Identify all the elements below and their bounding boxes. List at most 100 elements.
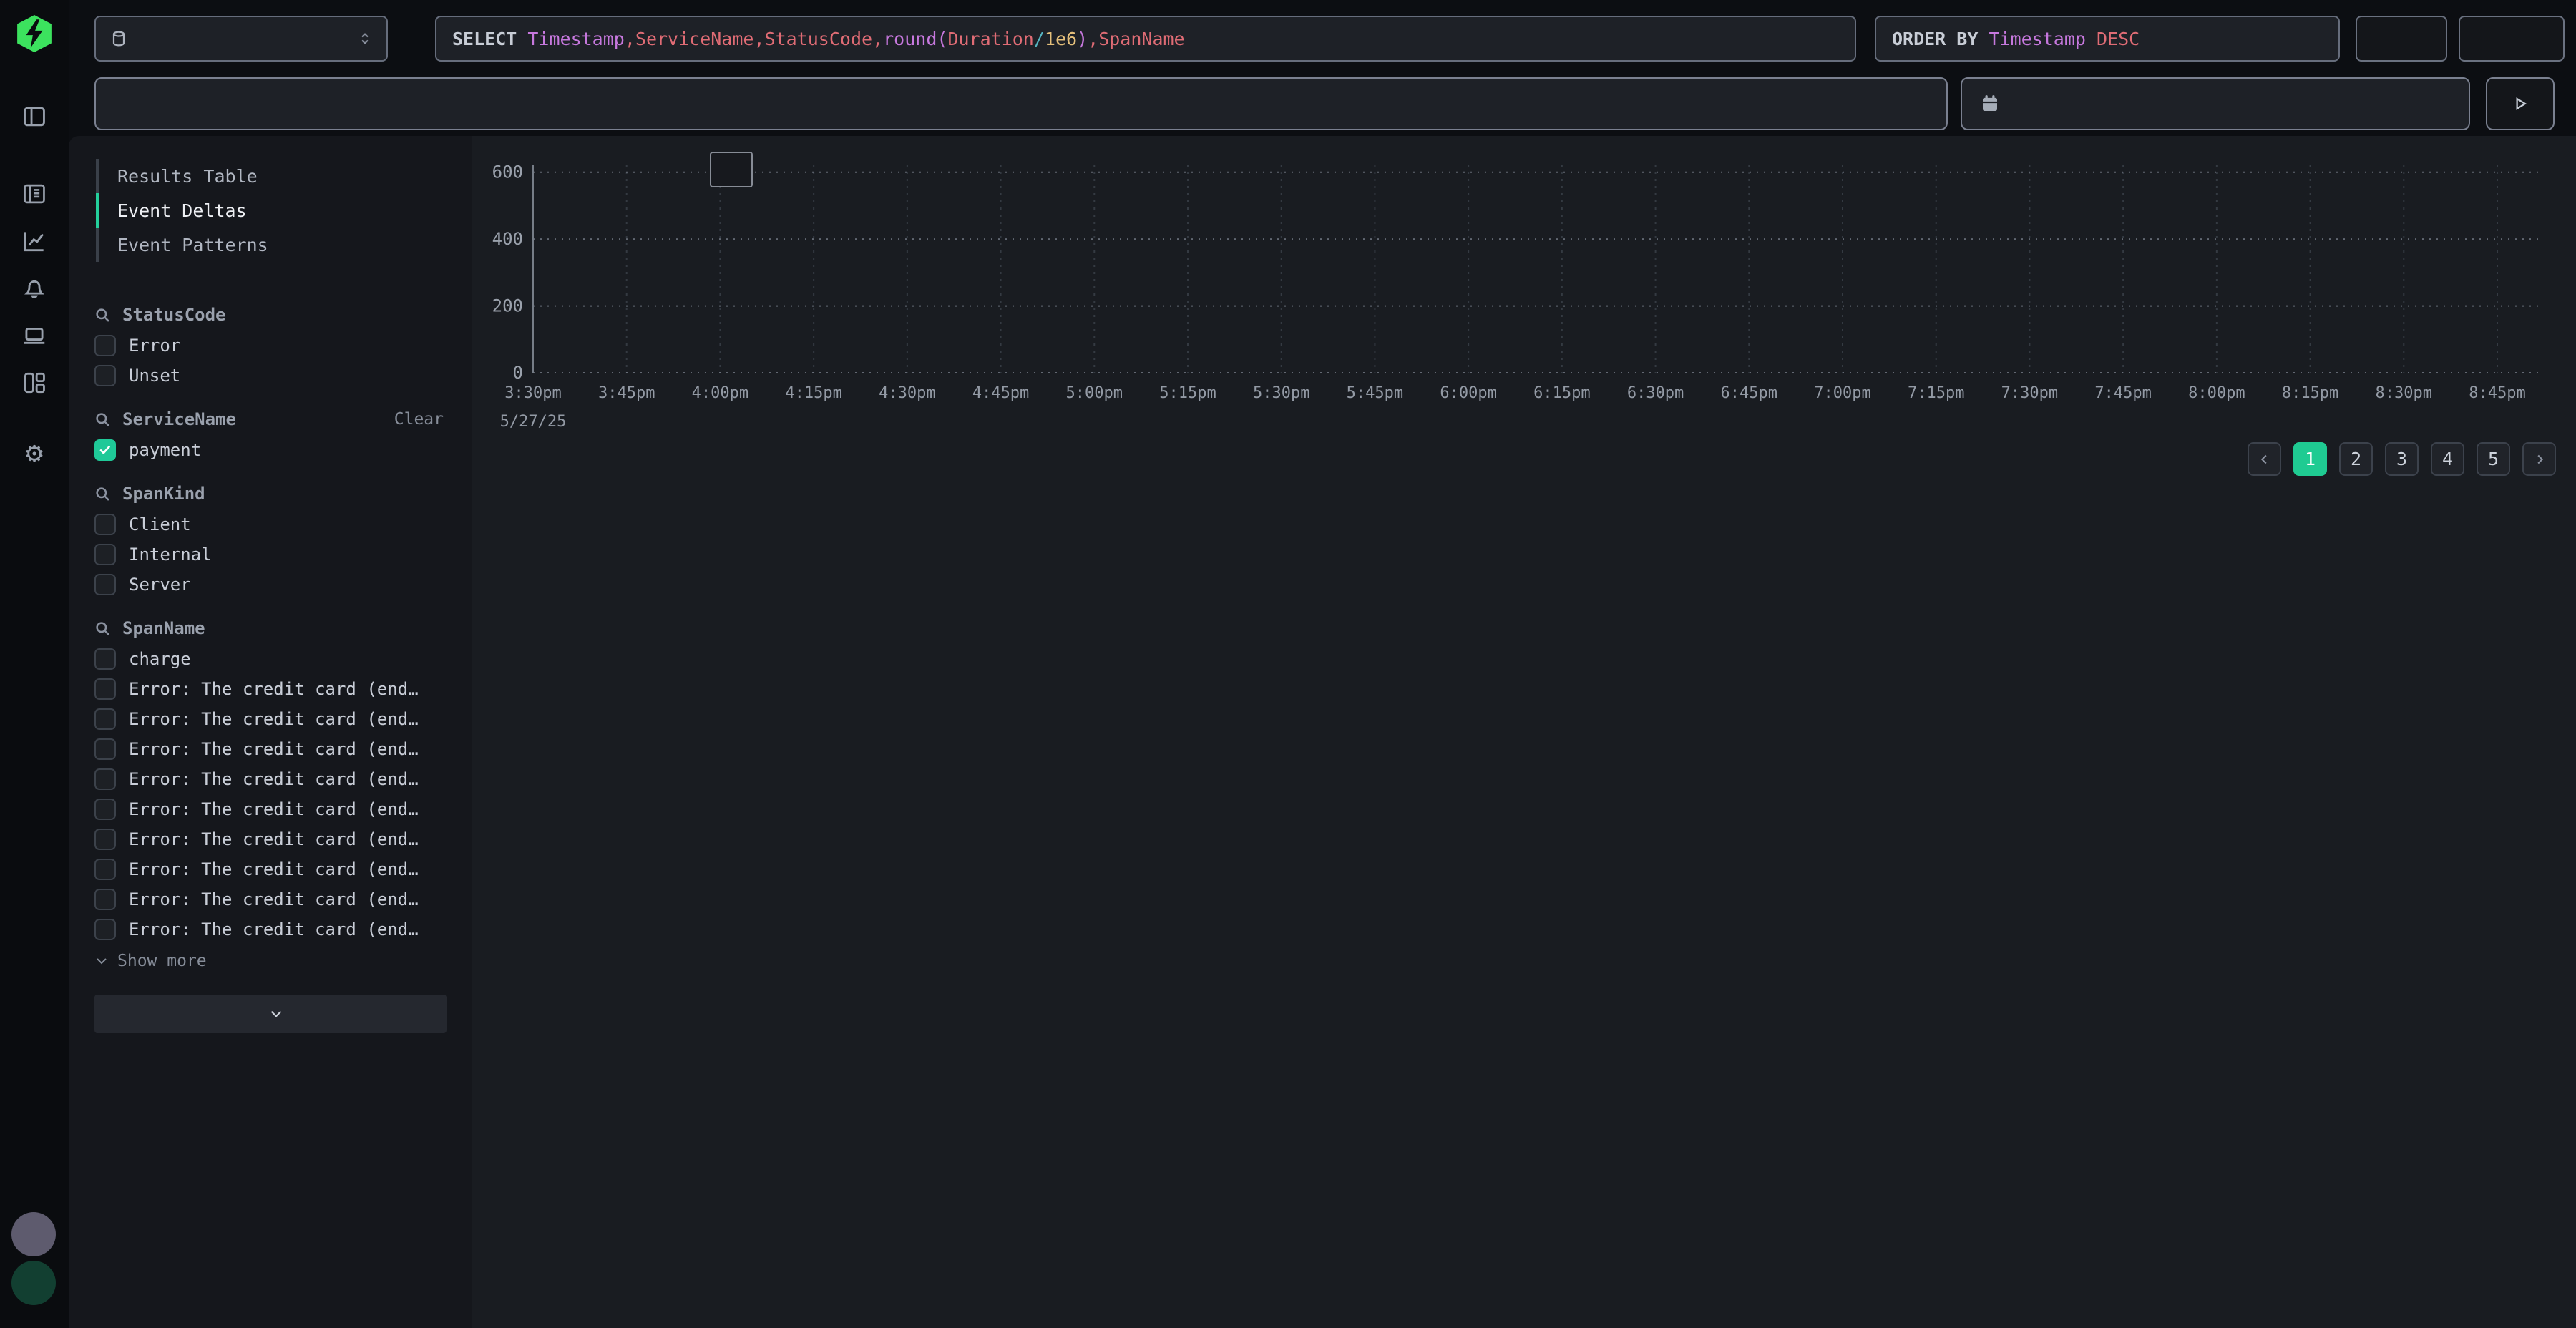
svg-text:7:30pm: 7:30pm bbox=[2001, 384, 2058, 402]
topbar: ⚙ SELECT Timestamp,ServiceName,StatusCod… bbox=[69, 0, 2576, 77]
checkbox-unchecked[interactable] bbox=[94, 678, 116, 700]
laptop-icon[interactable] bbox=[21, 322, 48, 349]
filter-option[interactable]: Error: The credit card (end… bbox=[69, 734, 472, 764]
svg-text:6:00pm: 6:00pm bbox=[1440, 384, 1496, 402]
page-button-4[interactable]: 4 bbox=[2431, 442, 2464, 476]
page-button-3[interactable]: 3 bbox=[2385, 442, 2419, 476]
analysis-mode-event-patterns[interactable]: Event Patterns bbox=[96, 228, 472, 262]
orderby-input[interactable]: ORDER BY Timestamp DESC bbox=[1875, 16, 2340, 62]
checkbox-unchecked[interactable] bbox=[94, 919, 116, 940]
filter-option[interactable]: Error: The credit card (end… bbox=[69, 854, 472, 884]
app-logo[interactable] bbox=[15, 14, 54, 53]
checkbox-unchecked[interactable] bbox=[94, 829, 116, 850]
chevron-updown-icon bbox=[356, 30, 374, 47]
bell-icon[interactable] bbox=[21, 275, 48, 302]
checkbox-checked[interactable] bbox=[94, 439, 116, 461]
sql-token: SELECT bbox=[452, 29, 527, 49]
more-filters-button[interactable] bbox=[94, 995, 447, 1033]
user-avatar[interactable] bbox=[11, 1261, 56, 1305]
filter-option-label: Error: The credit card (end… bbox=[129, 859, 419, 879]
filter-option[interactable]: Client bbox=[69, 509, 472, 540]
sql-token bbox=[2086, 29, 2097, 49]
filter-option-label: charge bbox=[129, 649, 191, 669]
checkbox-unchecked[interactable] bbox=[94, 648, 116, 670]
language-toggle[interactable] bbox=[1912, 77, 1929, 130]
filter-option-label: Error: The credit card (end… bbox=[129, 769, 419, 789]
filter-option[interactable]: Unset bbox=[69, 361, 472, 391]
checkbox-unchecked[interactable] bbox=[94, 768, 116, 790]
page-button-5[interactable]: 5 bbox=[2477, 442, 2510, 476]
filter-option[interactable]: charge bbox=[69, 644, 472, 674]
search-icon[interactable] bbox=[93, 410, 112, 429]
checkbox-unchecked[interactable] bbox=[94, 708, 116, 730]
page-prev-button[interactable] bbox=[2248, 442, 2281, 476]
filter-option[interactable]: Error: The credit card (end… bbox=[69, 824, 472, 854]
select-query-input[interactable]: SELECT Timestamp,ServiceName,StatusCode,… bbox=[435, 16, 1856, 62]
alerts-button[interactable] bbox=[2459, 16, 2565, 62]
checkbox-unchecked[interactable] bbox=[94, 335, 116, 356]
checkbox-unchecked[interactable] bbox=[94, 574, 116, 595]
svg-text:4:00pm: 4:00pm bbox=[692, 384, 748, 402]
events-heatmap[interactable]: 3:30pm5/27/253:45pm4:00pm4:15pm4:30pm4:4… bbox=[472, 136, 2576, 444]
svg-text:7:00pm: 7:00pm bbox=[1814, 384, 1870, 402]
sql-token: StatusCode bbox=[765, 29, 873, 49]
clear-filter[interactable]: Clear bbox=[394, 410, 444, 429]
checkbox-unchecked[interactable] bbox=[94, 514, 116, 535]
svg-text:600: 600 bbox=[492, 162, 523, 182]
help-button[interactable] bbox=[11, 1212, 56, 1256]
page-button-1[interactable]: 1 bbox=[2293, 442, 2327, 476]
filter-option[interactable]: Error: The credit card (end… bbox=[69, 914, 472, 944]
analysis-mode-results-table[interactable]: Results Table bbox=[96, 159, 472, 193]
page-button-2[interactable]: 2 bbox=[2339, 442, 2373, 476]
dashboards-icon[interactable] bbox=[21, 369, 48, 396]
search-icon[interactable] bbox=[93, 306, 112, 325]
checkbox-unchecked[interactable] bbox=[94, 859, 116, 880]
filter-option[interactable]: Error: The credit card (end… bbox=[69, 764, 472, 794]
search-icon[interactable] bbox=[93, 484, 112, 504]
page-next-button[interactable] bbox=[2522, 442, 2556, 476]
svg-text:8:30pm: 8:30pm bbox=[2376, 384, 2432, 402]
filter-option-label: Error: The credit card (end… bbox=[129, 709, 419, 729]
date-range-picker[interactable] bbox=[1961, 77, 2470, 130]
analysis-mode-event-deltas[interactable]: Event Deltas bbox=[96, 193, 472, 228]
sql-token: ORDER BY bbox=[1892, 29, 1989, 49]
filter-option-label: Error: The credit card (end… bbox=[129, 829, 419, 849]
chart-icon[interactable] bbox=[21, 228, 48, 255]
filter-option-label: Client bbox=[129, 514, 191, 534]
run-query-button[interactable] bbox=[2486, 77, 2555, 130]
filters-panel: Results TableEvent DeltasEvent Patterns … bbox=[69, 136, 472, 1328]
chevron-down-icon bbox=[267, 1005, 286, 1023]
filter-option[interactable]: Server bbox=[69, 570, 472, 600]
checkbox-unchecked[interactable] bbox=[94, 799, 116, 820]
filter-option-label: Error: The credit card (end… bbox=[129, 889, 419, 909]
filter-group-spankind: SpanKind Client InternalServer bbox=[69, 484, 472, 600]
filter-option[interactable]: Error: The credit card (end… bbox=[69, 704, 472, 734]
checkbox-unchecked[interactable] bbox=[94, 738, 116, 760]
filter-field-name: StatusCode bbox=[122, 305, 226, 325]
sidebar-toggle-icon[interactable] bbox=[21, 103, 48, 130]
source-select[interactable] bbox=[94, 16, 388, 62]
filter-field-name: SpanKind bbox=[122, 484, 205, 504]
checkbox-unchecked[interactable] bbox=[94, 544, 116, 565]
filter-option[interactable]: Error: The credit card (end… bbox=[69, 674, 472, 704]
svg-text:3:30pm: 3:30pm bbox=[504, 384, 561, 402]
filter-option[interactable]: Internal bbox=[69, 540, 472, 570]
checkbox-unchecked[interactable] bbox=[94, 365, 116, 386]
gear-icon[interactable]: ⚙ bbox=[21, 439, 48, 467]
svg-text:7:45pm: 7:45pm bbox=[2094, 384, 2151, 402]
filter-by-selection-button[interactable] bbox=[710, 152, 753, 187]
filter-option[interactable]: Error: The credit card (end… bbox=[69, 794, 472, 824]
search-icon[interactable] bbox=[93, 619, 112, 638]
filter-option[interactable]: Error: The credit card (end… bbox=[69, 884, 472, 914]
filter-option[interactable]: Error bbox=[69, 331, 472, 361]
search-input[interactable] bbox=[94, 77, 1948, 130]
svg-text:6:45pm: 6:45pm bbox=[1721, 384, 1777, 402]
checkbox-unchecked[interactable] bbox=[94, 889, 116, 910]
sql-token: Duration bbox=[947, 29, 1033, 49]
svg-text:5:30pm: 5:30pm bbox=[1253, 384, 1309, 402]
logs-icon[interactable] bbox=[21, 180, 48, 208]
show-more-button[interactable]: Show more bbox=[93, 952, 472, 970]
filter-option[interactable]: payment bbox=[69, 435, 472, 465]
filter-option-label: Unset bbox=[129, 366, 180, 386]
save-button[interactable] bbox=[2356, 16, 2447, 62]
